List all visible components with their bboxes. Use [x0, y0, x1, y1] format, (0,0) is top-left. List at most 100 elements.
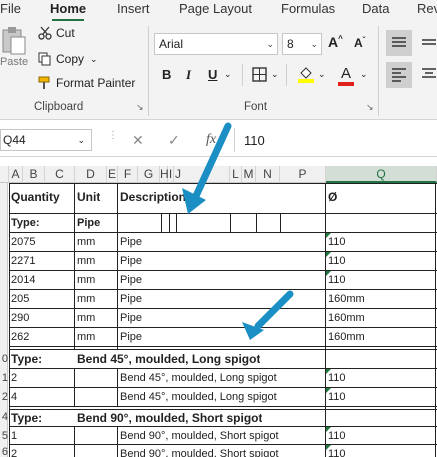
column-header-c[interactable]: C — [45, 166, 75, 183]
font-name-select[interactable]: Arial ⌄ — [154, 33, 278, 55]
column-header-d[interactable]: D — [75, 166, 107, 183]
copy-button[interactable]: Copy ⌄ — [38, 52, 98, 66]
row-header-6[interactable]: 6 — [0, 445, 8, 457]
cancel-icon[interactable]: ✕ — [132, 132, 144, 149]
column-header-q[interactable]: Q — [326, 166, 437, 183]
column-header-a[interactable]: A — [9, 166, 23, 183]
clipboard-dialog-launcher-icon[interactable]: ↘ — [136, 102, 144, 113]
cell-quantity[interactable]: 2014 — [9, 271, 35, 290]
column-header-n[interactable]: N — [256, 166, 280, 183]
cell-description[interactable]: Pipe — [118, 252, 142, 271]
annotation-arrow-icon — [242, 290, 294, 340]
cell-quantity[interactable]: 205 — [9, 290, 29, 309]
cell-description[interactable]: Bend 90°, moulded, Short spigot — [118, 445, 279, 457]
borders-icon — [252, 67, 267, 82]
cell-description[interactable]: Bend 45°, moulded, Long spigot — [118, 369, 277, 388]
error-indicator — [326, 271, 331, 276]
bold-button[interactable]: B — [162, 67, 171, 82]
tab-review[interactable]: Rev — [417, 0, 437, 22]
cut-label: Cut — [56, 26, 75, 40]
align-middle-button[interactable] — [420, 30, 437, 56]
row-header-0[interactable]: 0 — [0, 351, 8, 368]
cell-description[interactable]: Pipe — [118, 309, 142, 328]
row-header-4[interactable]: 4 — [0, 409, 8, 426]
tab-page-layout[interactable]: Page Layout — [179, 0, 252, 22]
type-value[interactable]: Pipe — [75, 214, 100, 233]
select-all-corner[interactable] — [0, 166, 9, 183]
borders-button[interactable]: ⌄ — [252, 67, 279, 82]
column-header-b[interactable]: B — [23, 166, 45, 183]
align-top-button[interactable] — [386, 30, 412, 56]
grow-font-button[interactable]: A^ — [328, 34, 343, 50]
cell-description[interactable]: Pipe — [118, 233, 142, 252]
font-color-button[interactable]: A — [338, 65, 354, 86]
type-label[interactable]: Type: — [9, 350, 42, 369]
column-header-h[interactable]: H — [160, 166, 169, 183]
cut-button[interactable]: Cut — [38, 26, 75, 40]
formula-input[interactable]: 110 — [244, 133, 265, 148]
cell-unit[interactable]: mm — [75, 328, 95, 347]
cell-quantity[interactable]: 2 — [9, 369, 17, 388]
format-painter-icon — [38, 76, 52, 90]
copy-dropdown-icon[interactable]: ⌄ — [90, 54, 98, 65]
error-indicator — [326, 233, 331, 238]
align-center-button[interactable] — [420, 62, 437, 88]
header-unit[interactable]: Unit — [75, 188, 100, 207]
column-header-m[interactable]: M — [242, 166, 256, 183]
row-header-5[interactable]: 5 — [0, 427, 8, 446]
type-value[interactable]: Bend 45°, moulded, Long spigot — [75, 350, 260, 369]
cell-quantity[interactable]: 2271 — [9, 252, 35, 271]
cell-description[interactable]: Pipe — [118, 290, 142, 309]
cell-diameter[interactable]: 160mm — [326, 290, 365, 309]
fill-color-button[interactable]: ⌄ — [298, 65, 326, 83]
cell-diameter[interactable]: 160mm — [326, 309, 365, 328]
name-box[interactable]: Q44 ⌄ — [0, 129, 92, 151]
tab-home[interactable]: Home — [50, 0, 86, 22]
font-dialog-launcher-icon[interactable]: ↘ — [366, 102, 374, 113]
header-quantity[interactable]: Quantity — [9, 188, 60, 207]
type-label[interactable]: Type: — [9, 214, 40, 233]
ribbon: Paste Cut Copy ⌄ Format Painter Clipboar… — [0, 22, 437, 120]
row-header-1[interactable]: 1 — [0, 369, 8, 388]
header-diameter[interactable]: Ø — [326, 188, 337, 207]
cell-unit[interactable]: mm — [75, 290, 95, 309]
italic-button[interactable]: I — [186, 67, 191, 83]
cell-quantity[interactable]: 262 — [9, 328, 29, 347]
font-color-dropdown-icon[interactable]: ⌄ — [360, 69, 368, 80]
cell-quantity[interactable]: 290 — [9, 309, 29, 328]
cell-description[interactable]: Bend 45°, moulded, Long spigot — [118, 388, 277, 407]
column-header-f[interactable]: F — [118, 166, 138, 183]
cell-description[interactable]: Pipe — [118, 328, 142, 347]
row-header-2[interactable]: 2 — [0, 388, 8, 407]
shrink-font-button[interactable]: Aˇ — [354, 36, 365, 50]
font-size-select[interactable]: 8 ⌄ — [282, 33, 322, 55]
cell-quantity[interactable]: 2 — [9, 445, 17, 457]
paste-button[interactable]: Paste — [0, 26, 28, 72]
tab-file[interactable]: File — [0, 0, 21, 22]
align-left-button[interactable] — [386, 62, 412, 88]
formula-bar-resize-handle[interactable]: ⋮ — [108, 130, 118, 141]
tab-formulas[interactable]: Formulas — [281, 0, 335, 22]
grid-border — [74, 183, 75, 349]
cell-unit[interactable]: mm — [75, 252, 95, 271]
grid-border — [280, 213, 281, 232]
underline-dropdown-icon[interactable]: ⌄ — [224, 69, 232, 80]
grid-border — [325, 183, 326, 457]
cell-unit[interactable]: mm — [75, 233, 95, 252]
cell-diameter[interactable]: 160mm — [326, 328, 365, 347]
underline-button[interactable]: U — [208, 67, 217, 82]
column-header-p[interactable]: P — [280, 166, 326, 183]
cell-unit[interactable]: mm — [75, 309, 95, 328]
tab-data[interactable]: Data — [362, 0, 389, 22]
column-header-e[interactable]: E — [107, 166, 118, 183]
tab-insert[interactable]: Insert — [117, 0, 150, 22]
error-indicator — [326, 388, 331, 393]
cell-quantity[interactable]: 4 — [9, 388, 17, 407]
format-painter-button[interactable]: Format Painter — [38, 76, 135, 90]
column-header-g[interactable]: G — [138, 166, 160, 183]
grid-border — [117, 426, 118, 457]
cell-unit[interactable]: mm — [75, 271, 95, 290]
cell-quantity[interactable]: 2075 — [9, 233, 35, 252]
cell-description[interactable]: Pipe — [118, 271, 142, 290]
copy-icon — [38, 52, 52, 66]
